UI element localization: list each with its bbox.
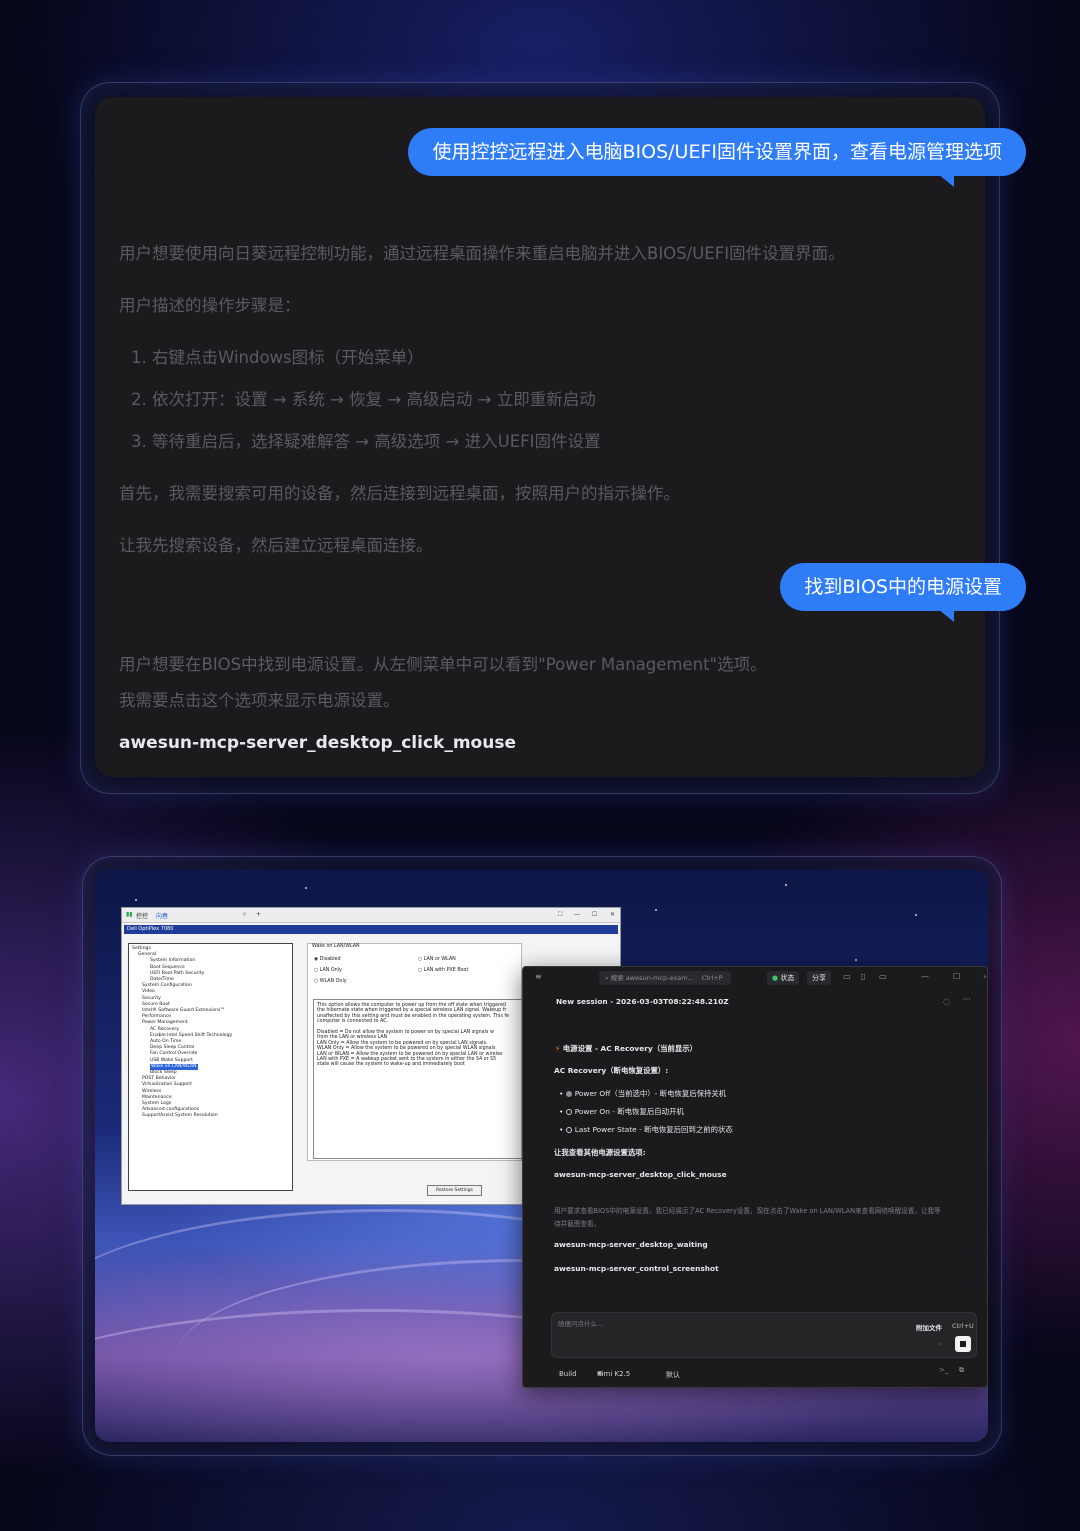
microphone-icon[interactable]: ◦ [938,1340,943,1349]
close-icon[interactable]: ✕ [610,911,615,918]
session-search-input[interactable]: ⌕ 搜索 awesun-mcp-exam... Ctrl+P [599,971,731,985]
radio-option[interactable]: ○ LAN or WLAN [418,957,456,962]
user-message-bubble: 使用控控远程进入电脑BIOS/UEFI固件设置界面，查看电源管理选项 [408,128,1026,187]
bios-titlebar: Dell OptiPlex 7080 [124,925,618,934]
tab-close-icon[interactable]: × [242,911,247,918]
menu-icon[interactable]: ≡ [535,972,542,981]
maximize-icon[interactable]: ☐ [953,972,960,981]
copy-icon[interactable]: ⧉ [959,1366,964,1375]
chat-input[interactable]: 随便问点什么... 附加文件 Ctrl+U ◦ [551,1312,977,1358]
radio-icon [565,1127,572,1133]
folder-icon[interactable]: ▭ [879,972,887,981]
chevron-right-icon[interactable]: › [983,972,986,981]
step-item: 1. 右键点击Windows图标（开始菜单） [131,348,424,367]
minimize-icon[interactable]: — [921,972,929,981]
response-heading: ⚡ 电源设置 - AC Recovery（当前显示） [555,1044,698,1053]
bios-settings-tree[interactable]: Settings General System Information Boot… [128,943,293,1191]
remote-tab-label[interactable]: 控控 [136,911,148,920]
assistant-text: 让我先搜索设备，然后建立远程桌面连接。 [119,536,433,555]
chat-app-window: ≡ ⌕ 搜索 awesun-mcp-exam... Ctrl+P ● 状态 分享… [522,966,988,1388]
terminal-icon[interactable]: >_ [939,1366,948,1374]
option-description: This option allows the computer to power… [313,999,523,1159]
radio-option[interactable]: ○ LAN with PXE Boot [418,968,468,973]
new-tab-icon[interactable]: + [256,911,261,918]
restore-settings-button[interactable]: Restore Settings [427,1185,482,1196]
assistant-text: 我需要点击这个选项来显示电源设置。 [119,691,400,710]
panel-heading: Wake on LAN/WLAN [312,944,360,949]
tool-call-label[interactable]: awesun-mcp-server_desktop_click_mouse [554,1170,727,1179]
chat-toolbar: ≡ ⌕ 搜索 awesun-mcp-exam... Ctrl+P ● 状态 分享… [523,967,987,989]
tool-call-label: awesun-mcp-server_desktop_click_mouse [119,733,516,753]
step-item: 2. 依次打开：设置 → 系统 → 恢复 → 高级启动 → 立即重新启动 [131,390,596,409]
radio-icon [565,1109,572,1115]
user-message-bubble: 找到BIOS中的电源设置 [780,563,1026,622]
more-icon[interactable]: ··· [963,995,971,1004]
stop-button[interactable] [955,1336,971,1352]
list-item: • Last Power State - 断电恢复后回到之前的状态 [559,1125,733,1134]
minimize-icon[interactable]: — [574,911,580,918]
response-text: 让我查看其他电源设置选项: [554,1148,646,1157]
bolt-icon: ⚡ [555,1044,561,1053]
assistant-text: 用户想要在BIOS中找到电源设置。从左侧菜单中可以看到"Power Manage… [119,655,767,674]
tool-call-label[interactable]: awesun-mcp-server_desktop_waiting [554,1240,708,1249]
attach-shortcut: Ctrl+U [952,1322,974,1330]
radio-selected-icon [565,1091,572,1097]
bios-option-panel: Wake on LAN/WLAN ◉ Disabled ○ LAN Only ○… [307,943,523,1161]
assistant-text: 用户想要使用向日葵远程控制功能，通过远程桌面操作来重启电脑并进入BIOS/UEF… [119,244,845,263]
radio-option[interactable]: ◉ Disabled [314,957,341,962]
attach-file-button[interactable]: 附加文件 [916,1322,942,1332]
list-item: • Power On - 断电恢复后自动开机 [559,1107,684,1116]
input-placeholder: 随便问点什么... [558,1320,604,1328]
remote-tab-sub[interactable]: 向春 [156,911,168,920]
maximize-icon[interactable]: ☐ [592,911,597,918]
status-dot-icon: ● [772,974,779,982]
tool-call-label[interactable]: awesun-mcp-server_control_screenshot [554,1264,719,1273]
status-button[interactable]: ● 状态 [767,971,800,985]
tree-item[interactable]: SupportAssist System Resolution [132,1113,289,1119]
response-subheading: AC Recovery（断电恢复设置）: [554,1066,669,1075]
step-item: 3. 等待重启后，选择疑难解答 → 高级选项 → 进入UEFI固件设置 [131,432,601,451]
radio-option[interactable]: ○ LAN Only [314,968,342,973]
reasoning-text: 用户要求查看BIOS中的电源设置。我已经展示了AC Recovery设置，现在点… [554,1207,941,1215]
session-title: New session - 2026-03-03T08:22:48.210Z [556,997,729,1006]
list-item: • Power Off（当前选中）- 断电恢复后保持关机 [559,1089,727,1098]
fullscreen-icon[interactable]: ⛶ [558,911,562,919]
assistant-text: 首先，我需要搜索可用的设备，然后连接到远程桌面，按照用户的指示操作。 [119,484,680,503]
radio-option[interactable]: ○ WLAN Only [314,979,347,984]
signal-icon: ▮▮ [126,911,133,918]
share-button[interactable]: 分享 [807,971,831,985]
remote-titlebar: ▮▮ 控控 向春 × + ⛶ — ☐ ✕ [122,908,620,923]
layout-icon[interactable]: ▯ [861,972,865,981]
assistant-text: 用户描述的操作步骤是： [119,296,301,315]
loading-icon: ◌ [943,997,950,1006]
chat-bottom-bar: Build ⌄ ✺ Kimi K2.5 ⌄ 默认 ⌄ >_ ⧉ [559,1366,964,1379]
reasoning-text: 待并截图查看。 [554,1220,601,1228]
panel-icon[interactable]: ▭ [843,972,851,981]
